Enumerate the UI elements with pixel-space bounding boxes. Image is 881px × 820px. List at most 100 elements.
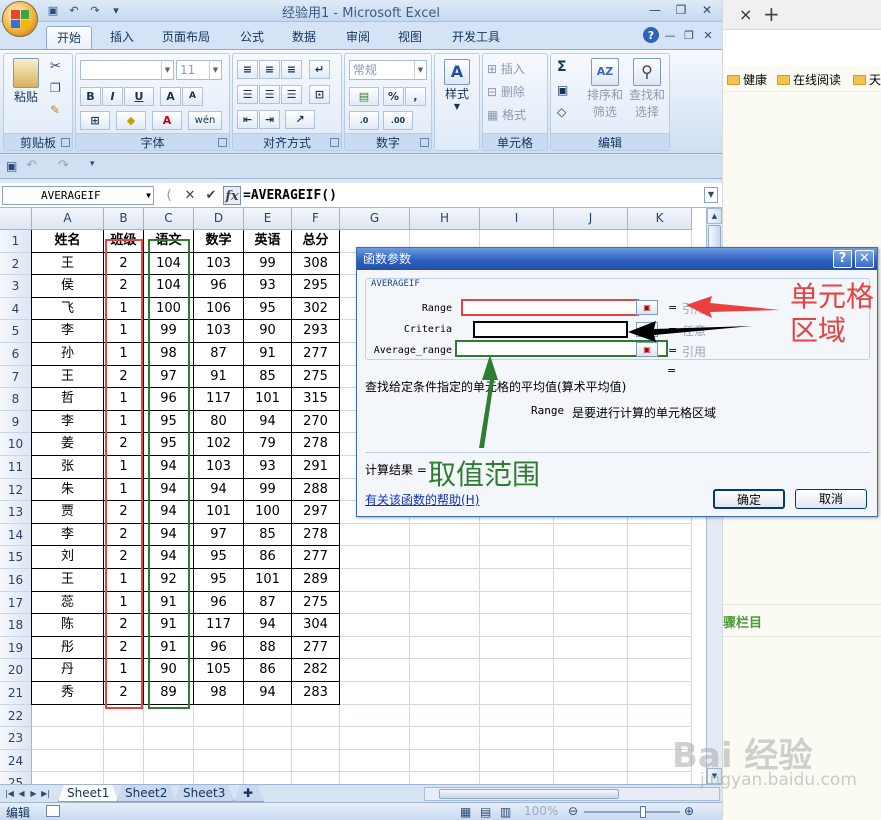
table-cell[interactable]: 304 <box>292 614 340 637</box>
confirm-entry-icon[interactable]: ✔ <box>202 186 220 205</box>
table-cell[interactable]: 刘 <box>32 546 104 569</box>
tab-home[interactable]: 开始 <box>46 26 93 49</box>
table-cell[interactable]: 91 <box>244 343 292 366</box>
format-cells-button[interactable]: ▦ 格式 <box>487 106 526 123</box>
empty-cell[interactable] <box>554 772 628 784</box>
table-cell[interactable]: 293 <box>292 320 340 343</box>
row-header-19[interactable]: 19 <box>0 636 32 660</box>
accounting-button[interactable]: ▤ <box>349 87 379 106</box>
table-cell[interactable]: 278 <box>292 523 340 547</box>
dialog-launcher-icon[interactable] <box>330 138 339 147</box>
row-header-24[interactable]: 24 <box>0 749 32 773</box>
empty-cell[interactable] <box>194 704 244 728</box>
align-middle-button[interactable]: ≡ <box>259 60 280 79</box>
row-header-5[interactable]: 5 <box>0 320 32 343</box>
select-all-corner[interactable] <box>0 208 32 230</box>
sort-filter-button[interactable]: AZ 排序和 筛选 <box>585 58 625 120</box>
empty-cell[interactable] <box>104 749 144 773</box>
border-button[interactable]: ⊞ <box>80 111 110 130</box>
table-cell[interactable]: 277 <box>292 636 340 660</box>
row-header-4[interactable]: 4 <box>0 297 32 321</box>
row-header-14[interactable]: 14 <box>0 523 32 547</box>
empty-cell[interactable] <box>340 614 410 637</box>
table-cell[interactable]: 93 <box>244 456 292 479</box>
delete-cells-button[interactable]: ⊟ 删除 <box>487 83 525 100</box>
collapse-range-button[interactable]: ▣ <box>636 300 658 315</box>
table-cell[interactable]: 87 <box>244 591 292 615</box>
autosum-icon[interactable]: Σ <box>557 59 567 75</box>
empty-cell[interactable] <box>554 682 628 705</box>
empty-cell[interactable] <box>628 614 692 637</box>
qat-customize-icon[interactable]: ▾ <box>90 159 95 169</box>
table-cell[interactable]: 姜 <box>32 433 104 456</box>
table-cell[interactable]: 297 <box>292 501 340 524</box>
table-cell[interactable]: 101 <box>244 388 292 411</box>
page-layout-view-icon[interactable]: ▤ <box>480 805 491 819</box>
close-icon[interactable]: ✕ <box>694 1 720 19</box>
table-cell[interactable]: 283 <box>292 682 340 705</box>
empty-cell[interactable] <box>410 704 480 728</box>
table-cell[interactable]: 李 <box>32 320 104 343</box>
comma-button[interactable]: , <box>405 87 426 106</box>
first-sheet-icon[interactable]: |◀ <box>4 787 15 800</box>
column-header-D[interactable]: D <box>194 208 244 230</box>
empty-cell[interactable] <box>628 523 692 547</box>
table-cell[interactable]: 王 <box>32 569 104 592</box>
table-cell[interactable]: 97 <box>194 523 244 547</box>
styles-button[interactable]: A 样式 ▼ <box>439 59 475 111</box>
tab-review[interactable]: 审阅 <box>336 26 380 49</box>
table-cell[interactable]: 王 <box>32 252 104 276</box>
font-size-combo[interactable]: 11 ▼ <box>176 60 222 80</box>
table-cell[interactable]: 288 <box>292 478 340 502</box>
table-cell[interactable]: 91 <box>194 365 244 389</box>
row-header-13[interactable]: 13 <box>0 501 32 524</box>
zoom-out-icon[interactable]: ⊖ <box>568 804 578 818</box>
table-cell[interactable]: 278 <box>292 433 340 456</box>
empty-cell[interactable] <box>480 772 554 784</box>
help-icon[interactable]: ? <box>643 27 659 43</box>
percent-button[interactable]: % <box>383 87 404 106</box>
empty-cell[interactable] <box>292 704 340 728</box>
zoom-slider[interactable] <box>584 806 680 818</box>
horizontal-scroll-thumb[interactable] <box>439 789 619 799</box>
empty-cell[interactable] <box>554 614 628 637</box>
paste-button[interactable]: 粘贴 <box>8 58 44 105</box>
table-cell[interactable]: 103 <box>194 456 244 479</box>
empty-cell[interactable] <box>628 682 692 705</box>
row-header-20[interactable]: 20 <box>0 659 32 682</box>
empty-cell[interactable] <box>340 727 410 750</box>
empty-cell[interactable] <box>244 772 292 784</box>
empty-cell[interactable] <box>340 546 410 569</box>
tab-data[interactable]: 数据 <box>282 26 326 49</box>
table-cell[interactable]: 96 <box>194 591 244 615</box>
table-cell[interactable]: 李 <box>32 523 104 547</box>
shrink-font-button[interactable]: A <box>182 87 203 106</box>
table-cell[interactable]: 308 <box>292 252 340 276</box>
row-header-6[interactable]: 6 <box>0 343 32 366</box>
empty-cell[interactable] <box>410 772 480 784</box>
column-header-H[interactable]: H <box>410 208 480 230</box>
column-header-B[interactable]: B <box>104 208 144 230</box>
sheet-tab-1[interactable]: Sheet1 <box>58 785 118 802</box>
empty-cell[interactable] <box>410 727 480 750</box>
empty-cell[interactable] <box>340 523 410 547</box>
table-cell[interactable]: 270 <box>292 410 340 434</box>
empty-cell[interactable] <box>410 636 480 660</box>
empty-cell[interactable] <box>628 704 692 728</box>
table-cell[interactable]: 88 <box>244 636 292 660</box>
name-box[interactable]: AVERAGEIF ▼ <box>2 186 154 205</box>
ribbon-close-icon[interactable]: ✕ <box>700 27 716 43</box>
empty-cell[interactable] <box>340 704 410 728</box>
empty-cell[interactable] <box>554 591 628 615</box>
table-cell[interactable]: 99 <box>244 478 292 502</box>
table-cell[interactable]: 朱 <box>32 478 104 502</box>
empty-cell[interactable] <box>194 749 244 773</box>
insert-sheet-button[interactable]: ✚ <box>234 785 264 802</box>
column-header-F[interactable]: F <box>292 208 340 230</box>
empty-cell[interactable] <box>410 659 480 682</box>
ok-button[interactable]: 确定 <box>713 489 785 509</box>
dialog-launcher-icon[interactable] <box>420 138 429 147</box>
empty-cell[interactable] <box>480 704 554 728</box>
table-cell[interactable]: 95 <box>244 297 292 321</box>
table-cell[interactable]: 孙 <box>32 343 104 366</box>
